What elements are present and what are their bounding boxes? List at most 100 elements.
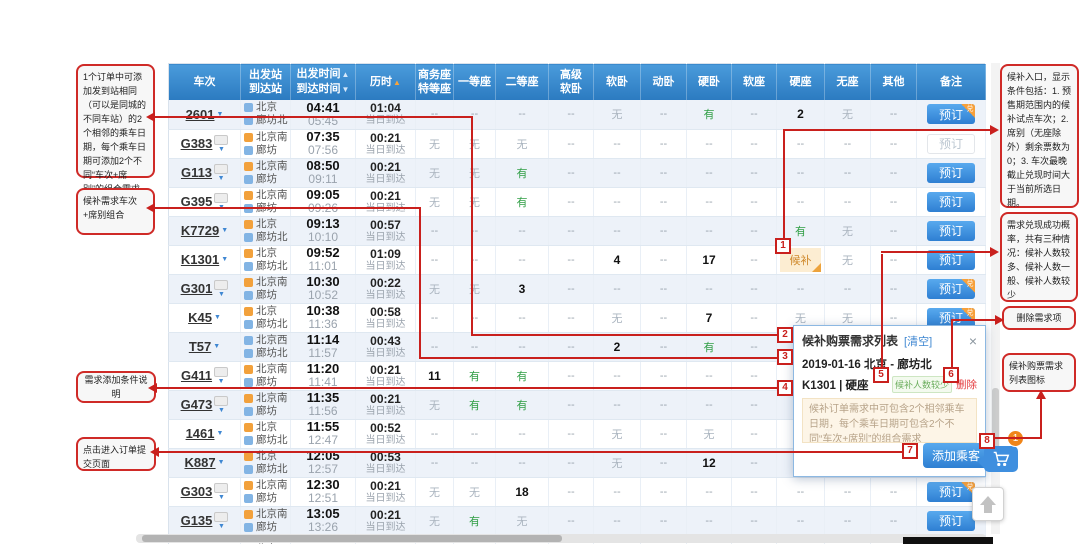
departure-time: 09:13 — [306, 216, 340, 231]
book-button[interactable]: 预订 — [927, 162, 975, 183]
delete-demand-link[interactable]: 删除 — [956, 377, 977, 392]
arrowhead-icon — [995, 315, 1004, 325]
seat-availability: -- — [430, 311, 439, 324]
train-number-link[interactable]: G113 — [181, 165, 212, 180]
close-icon[interactable]: × — [969, 334, 977, 348]
train-type-badge — [214, 134, 229, 145]
train-number-link[interactable]: T57 — [189, 339, 211, 354]
expand-chevron-icon[interactable]: ▼ — [218, 291, 225, 298]
expand-chevron-icon[interactable]: ▼ — [218, 459, 225, 466]
expand-chevron-icon[interactable]: ▼ — [218, 407, 225, 414]
seat-availability: 3 — [518, 281, 526, 296]
clear-all-link[interactable]: [清空] — [904, 333, 932, 349]
train-number-link[interactable]: 2601 — [186, 107, 215, 122]
train-type-badge — [214, 511, 229, 522]
arrival-station-name: 廊坊 — [256, 491, 277, 504]
callout-number-7: 7 — [902, 443, 918, 459]
seat-availability: -- — [889, 514, 898, 527]
sort-arrow-icon[interactable]: ▼ — [342, 85, 350, 94]
expand-chevron-icon[interactable]: ▼ — [218, 523, 225, 530]
expand-chevron-icon[interactable]: ▼ — [218, 146, 225, 153]
seat-availability: -- — [567, 137, 575, 150]
seat-availability: 无 — [842, 225, 853, 238]
same-day-arrival-note: 当日到达 — [365, 260, 406, 272]
train-number-link[interactable]: K1301 — [181, 252, 219, 267]
train-number-link[interactable]: K45 — [188, 310, 212, 325]
seat-availability: -- — [750, 340, 758, 353]
departure-time: 10:30 — [306, 274, 340, 289]
book-button[interactable]: 预订 — [927, 220, 975, 241]
column-header-3[interactable]: 历时▲ — [355, 63, 416, 100]
train-number-link[interactable]: G473 — [181, 397, 213, 412]
departure-station-name: 北京南 — [256, 478, 288, 491]
column-header-8: 软卧 — [593, 63, 641, 100]
seat-availability: -- — [659, 340, 668, 353]
connector-line — [951, 321, 953, 368]
expand-chevron-icon[interactable]: ▼ — [216, 430, 223, 437]
departure-station-name: 北京南 — [256, 275, 288, 288]
departure-time: 09:52 — [306, 245, 340, 260]
seat-availability: 无 — [842, 254, 853, 267]
duration: 00:21 — [370, 188, 401, 203]
train-number-link[interactable]: 1461 — [186, 426, 215, 441]
seat-availability: -- — [659, 137, 668, 150]
departure-time: 09:05 — [306, 187, 340, 202]
horizontal-scrollbar-thumb[interactable] — [142, 535, 562, 542]
book-button[interactable]: 预订兑 — [927, 278, 975, 299]
callout-number-3: 3 — [777, 349, 793, 365]
departure-station-name: 北京南 — [256, 159, 288, 172]
train-number-link[interactable]: G411 — [181, 368, 212, 383]
arrival-station-name: 廊坊 — [256, 172, 277, 185]
annotation-waitlist-entry: 候补入口，显示条件包括：1. 预售期范围内的候补试点车次；2. 席别（无座除外）… — [1000, 64, 1079, 208]
train-number-link[interactable]: K7729 — [181, 223, 219, 238]
sort-arrow-icon[interactable]: ▲ — [342, 70, 350, 79]
expand-chevron-icon[interactable]: ▼ — [221, 256, 228, 263]
arrowhead-icon — [146, 203, 155, 213]
callout-number-2: 2 — [777, 327, 793, 343]
waitlist-cart-button[interactable] — [978, 446, 1018, 472]
seat-availability: -- — [518, 108, 526, 121]
seat-availability: -- — [750, 369, 758, 382]
fold-corner-icon — [812, 262, 821, 272]
same-day-arrival-note: 当日到达 — [365, 231, 406, 243]
arrival-station-icon — [244, 435, 253, 445]
same-day-arrival-note: 当日到达 — [365, 463, 406, 475]
seat-availability: 4 — [613, 252, 621, 267]
book-button[interactable]: 预订兑 — [927, 104, 975, 125]
departure-time: 13:05 — [306, 506, 340, 521]
column-header-2[interactable]: 出发时间▲ 到达时间▼ — [290, 63, 356, 100]
expand-chevron-icon[interactable]: ▼ — [214, 314, 221, 321]
train-number-link[interactable]: G303 — [181, 484, 213, 499]
expand-chevron-icon[interactable]: ▼ — [218, 175, 225, 182]
redeem-corner-badge: 兑 — [961, 278, 975, 293]
train-number-link[interactable]: G301 — [181, 281, 213, 296]
seat-availability: -- — [567, 195, 575, 208]
departure-station-name: 北京 — [256, 246, 277, 259]
seat-availability: 无 — [842, 109, 853, 122]
arrival-station-icon — [244, 290, 253, 300]
seat-availability: -- — [750, 282, 758, 295]
column-header-0: 车次 — [168, 63, 241, 100]
sort-arrow-icon[interactable]: ▲ — [393, 78, 401, 87]
arrival-station-icon — [244, 174, 253, 184]
departure-station-name: 北京 — [256, 101, 277, 114]
book-button[interactable]: 预订 — [927, 191, 975, 212]
expand-chevron-icon[interactable]: ▼ — [213, 343, 220, 350]
seat-availability: 无 — [611, 312, 623, 325]
train-number-link[interactable]: G383 — [181, 136, 213, 151]
train-number-link[interactable]: G135 — [181, 513, 213, 528]
expand-chevron-icon[interactable]: ▼ — [218, 494, 225, 501]
seat-availability: -- — [705, 224, 713, 237]
seat-availability: 无 — [429, 515, 440, 528]
book-button[interactable]: 预订兑 — [927, 481, 975, 502]
book-button[interactable]: 预订 — [927, 510, 975, 531]
seat-availability: -- — [430, 427, 439, 440]
seat-availability: 2 — [613, 339, 621, 354]
back-to-top-button[interactable] — [972, 487, 1004, 521]
expand-chevron-icon[interactable]: ▼ — [218, 378, 225, 385]
expand-chevron-icon[interactable]: ▼ — [221, 227, 228, 234]
departure-station-icon — [244, 364, 253, 374]
arrival-time: 07:56 — [307, 143, 339, 157]
train-number-link[interactable]: K887 — [184, 455, 215, 470]
book-button[interactable]: 预订 — [927, 133, 975, 154]
